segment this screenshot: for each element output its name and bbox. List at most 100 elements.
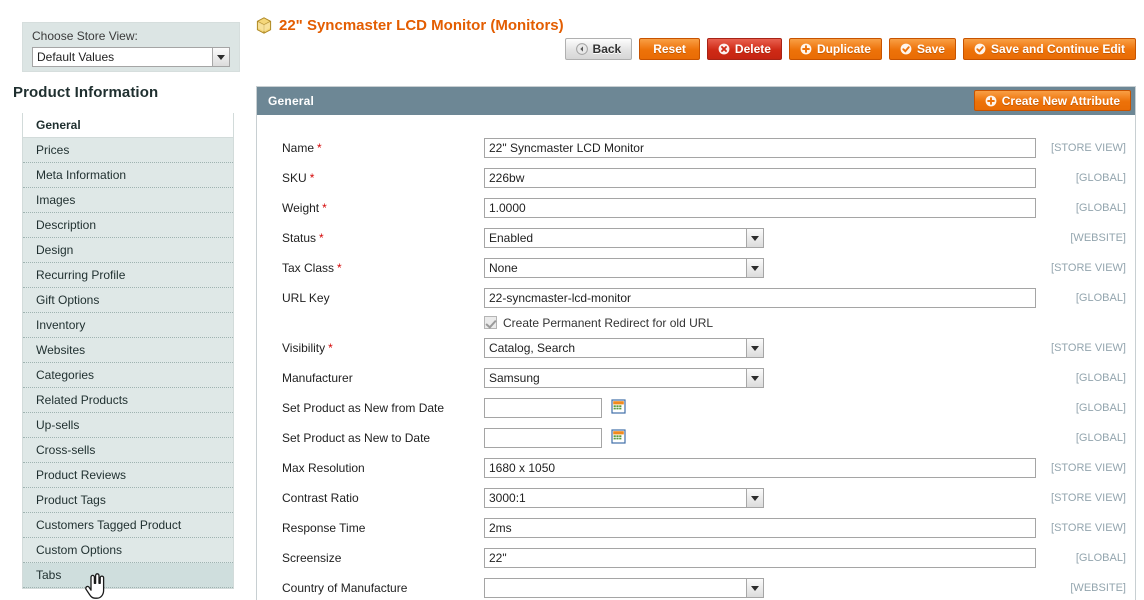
scope-label-set-product-as-new-from-date: [GLOBAL]	[1075, 402, 1126, 414]
sidebar-item-meta-information[interactable]: Meta Information	[23, 163, 233, 188]
sidebar-item-websites[interactable]: Websites	[23, 338, 233, 363]
set-product-as-new-to-date-input[interactable]	[484, 428, 602, 448]
field-row-set-product-as-new-from-date: Set Product as New from Date [GLOBAL]	[257, 393, 1135, 423]
duplicate-button[interactable]: Duplicate	[788, 38, 882, 60]
field-row-weight: Weight * 1.0000 [GLOBAL]	[257, 193, 1135, 223]
left-sidebar: Choose Store View: Default Values Produc…	[0, 0, 248, 600]
field-row-sku: SKU * 226bw [GLOBAL]	[257, 163, 1135, 193]
field-control-weight: 1.0000	[484, 198, 1036, 218]
field-row-country-of-manufacture: Country of Manufacture [WEBSITE]	[257, 573, 1135, 600]
weight-input[interactable]: 1.0000	[484, 198, 1036, 218]
field-label-name: Name *	[282, 141, 484, 155]
button-label: Back	[592, 42, 622, 56]
delete-button[interactable]: Delete	[706, 38, 782, 60]
sidebar-item-inventory[interactable]: Inventory	[23, 313, 233, 338]
sku-input[interactable]: 226bw	[484, 168, 1036, 188]
field-row-response-time: Response Time 2ms [STORE VIEW]	[257, 513, 1135, 543]
save-button[interactable]: Save	[888, 38, 956, 60]
sidebar-item-label: Custom Options	[36, 543, 123, 557]
calendar-icon[interactable]	[611, 429, 626, 447]
sidebar-item-related-products[interactable]: Related Products	[23, 388, 233, 413]
sidebar-item-gift-options[interactable]: Gift Options	[23, 288, 233, 313]
sidebar-item-images[interactable]: Images	[23, 188, 233, 213]
sidebar-item-categories[interactable]: Categories	[23, 363, 233, 388]
name-input[interactable]: 22" Syncmaster LCD Monitor	[484, 138, 1036, 158]
store-view-selector-panel: Choose Store View: Default Values	[22, 22, 240, 72]
field-control-contrast-ratio: 3000:1	[484, 488, 764, 508]
sidebar-item-label: Design	[36, 243, 74, 257]
scope-label-url-key: [GLOBAL]	[1075, 292, 1126, 304]
sidebar-item-description[interactable]: Description	[23, 213, 233, 238]
sidebar-item-label: Tabs	[36, 568, 62, 582]
set-product-as-new-from-date-input[interactable]	[484, 398, 602, 418]
chevron-down-icon	[746, 229, 763, 247]
field-label-screensize: Screensize	[282, 551, 484, 565]
visibility-select[interactable]: Catalog, Search	[484, 338, 764, 358]
scope-label-set-product-as-new-to-date: [GLOBAL]	[1075, 432, 1126, 444]
field-control-sku: 226bw	[484, 168, 1036, 188]
sidebar-item-cross-sells[interactable]: Cross-sells	[23, 438, 233, 463]
contrast-ratio-select[interactable]: 3000:1	[484, 488, 764, 508]
scope-label-name: [STORE VIEW]	[1051, 142, 1126, 154]
field-label-set-product-as-new-from-date: Set Product as New from Date	[282, 401, 484, 415]
reset-button[interactable]: Reset	[639, 38, 700, 60]
field-label-text: URL Key	[282, 291, 330, 305]
screensize-input[interactable]: 22"	[484, 548, 1036, 568]
create-new-attribute-button[interactable]: Create New Attribute	[973, 90, 1131, 111]
field-row-name: Name * 22" Syncmaster LCD Monitor [STORE VI…	[257, 133, 1135, 163]
sidebar-item-custom-options[interactable]: Custom Options	[23, 538, 233, 563]
sidebar-item-up-sells[interactable]: Up-sells	[23, 413, 233, 438]
sidebar-item-label: Product Reviews	[36, 468, 127, 482]
url-key-value: 22-syncmaster-lcd-monitor	[489, 291, 632, 305]
chevron-down-icon	[746, 339, 763, 357]
field-label-text: Manufacturer	[282, 371, 353, 385]
scope-label-tax-class: [STORE VIEW]	[1051, 262, 1126, 274]
weight-value: 1.0000	[489, 201, 526, 215]
sidebar-item-product-tags[interactable]: Product Tags	[23, 488, 233, 513]
back-button[interactable]: Back	[564, 38, 633, 60]
scope-label-contrast-ratio: [STORE VIEW]	[1051, 492, 1126, 504]
sidebar-item-design[interactable]: Design	[23, 238, 233, 263]
max-resolution-input[interactable]: 1680 x 1050	[484, 458, 1036, 478]
required-marker: *	[322, 201, 327, 215]
country-of-manufacture-select[interactable]	[484, 578, 764, 598]
main-content: 22" Syncmaster LCD Monitor (Monitors) Ba…	[248, 0, 1144, 600]
chevron-down-icon	[746, 259, 763, 277]
product-title-text: 22" Syncmaster LCD Monitor (Monitors)	[279, 16, 564, 34]
button-label: Duplicate	[816, 42, 871, 56]
manufacturer-select[interactable]: Samsung	[484, 368, 764, 388]
sidebar-item-general[interactable]: General	[23, 113, 233, 138]
field-label-weight: Weight *	[282, 201, 484, 215]
field-control-set-product-as-new-from-date	[484, 398, 626, 418]
store-view-select[interactable]: Default Values	[32, 47, 230, 67]
url-key-input[interactable]: 22-syncmaster-lcd-monitor	[484, 288, 1036, 308]
sidebar-item-label: Description	[36, 218, 97, 232]
save-and-continue-edit-button[interactable]: Save and Continue Edit	[962, 38, 1136, 60]
field-label-visibility: Visibility *	[282, 341, 484, 355]
sidebar-item-customers-tagged-product[interactable]: Customers Tagged Product	[23, 513, 233, 538]
field-label-text: Visibility	[282, 341, 326, 355]
sidebar-item-prices[interactable]: Prices	[23, 138, 233, 163]
sidebar-item-label: Images	[36, 193, 76, 207]
field-control-set-product-as-new-to-date	[484, 428, 626, 448]
create-permanent-redirect-checkbox[interactable]	[484, 316, 497, 329]
sidebar-item-product-reviews[interactable]: Product Reviews	[23, 463, 233, 488]
manufacturer-selected-value: Samsung	[489, 371, 540, 385]
sidebar-item-tabs[interactable]: Tabs	[23, 563, 233, 588]
product-information-nav: General Prices Meta Information Images Descr…	[22, 113, 234, 589]
calendar-icon[interactable]	[611, 399, 626, 417]
tax-class-select[interactable]: None	[484, 258, 764, 278]
field-row-manufacturer: Manufacturer Samsung [GLOBAL]	[257, 363, 1135, 393]
sidebar-item-recurring-profile[interactable]: Recurring Profile	[23, 263, 233, 288]
check-circle-icon	[900, 43, 912, 55]
status-select[interactable]: Enabled	[484, 228, 764, 248]
create-permanent-redirect-row: Create Permanent Redirect for old URL	[257, 312, 1135, 333]
max-resolution-value: 1680 x 1050	[489, 461, 556, 475]
response-time-input[interactable]: 2ms	[484, 518, 1036, 538]
general-form: Name * 22" Syncmaster LCD Monitor [STORE VI…	[257, 115, 1135, 599]
sidebar-item-label: Gift Options	[36, 293, 100, 307]
chevron-down-icon	[746, 369, 763, 387]
plus-circle-icon	[985, 95, 997, 107]
store-view-selected-value: Default Values	[37, 50, 115, 64]
sidebar-item-label: Customers Tagged Product	[36, 518, 182, 532]
